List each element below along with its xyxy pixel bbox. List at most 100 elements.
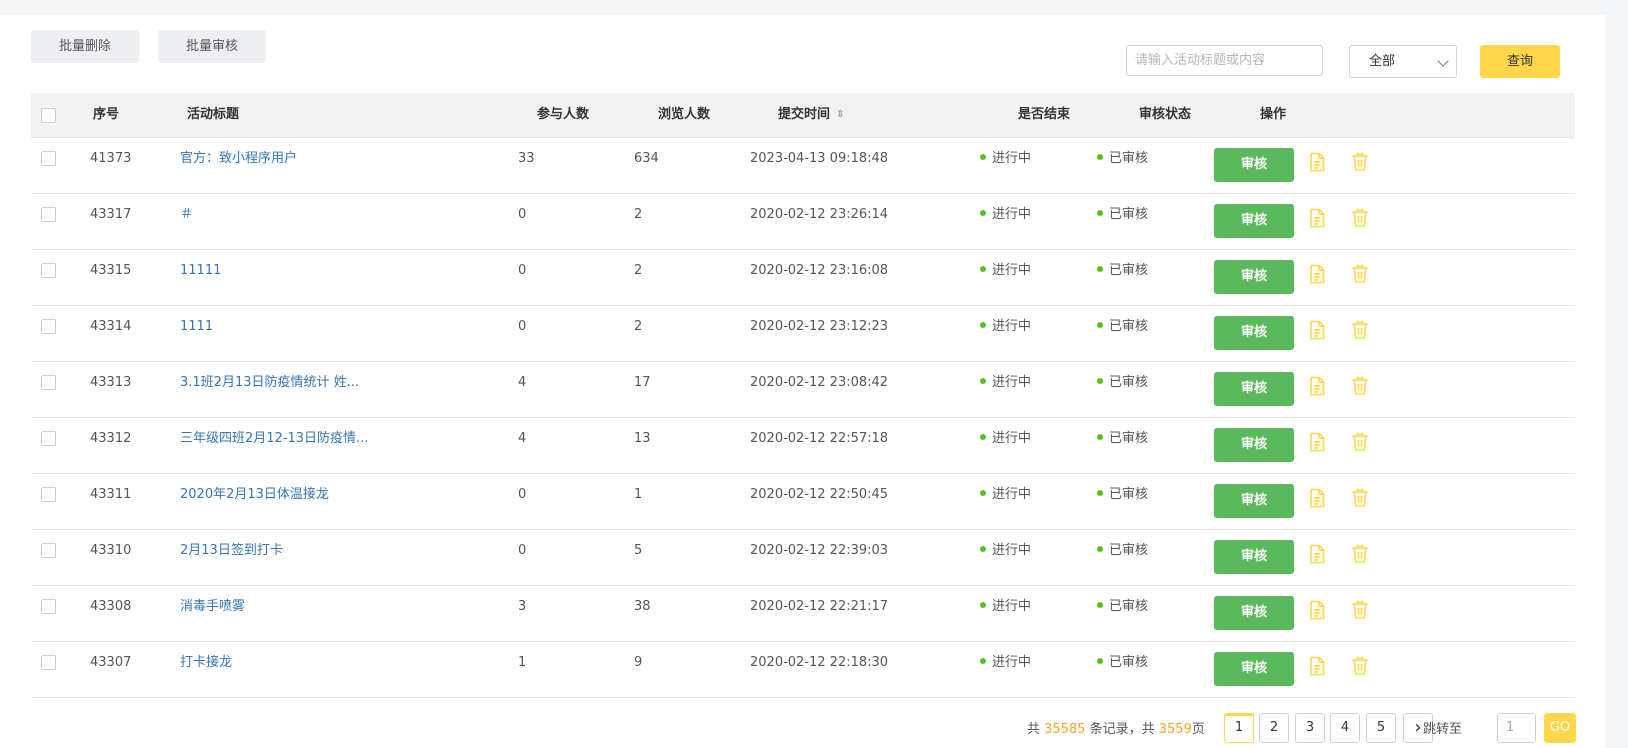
- row-id: 41373: [90, 151, 132, 166]
- row-id: 43312: [90, 431, 132, 446]
- status-filter-select[interactable]: 全部: [1349, 45, 1457, 78]
- header-submit-time[interactable]: 提交时间 ⇳: [778, 93, 844, 137]
- audit-button[interactable]: 审核: [1214, 484, 1294, 518]
- row-status: 已审核: [1097, 586, 1148, 628]
- row-checkbox[interactable]: [41, 543, 56, 558]
- trash-icon[interactable]: [1351, 320, 1369, 340]
- audit-button[interactable]: 审核: [1214, 316, 1294, 350]
- row-participants: 0: [518, 263, 527, 278]
- row-title-link[interactable]: 官方：致小程序用户: [180, 138, 297, 180]
- table-row: 43312 三年级四班2月12-13日防疫情... 4 13 2020-02-12 22…: [31, 418, 1575, 474]
- row-id: 43317: [90, 207, 132, 222]
- go-button[interactable]: GO: [1544, 713, 1576, 743]
- row-checkbox[interactable]: [41, 487, 56, 502]
- page-2-button[interactable]: 2: [1259, 713, 1289, 743]
- document-icon[interactable]: [1308, 544, 1326, 564]
- jump-label: 跳转至: [1423, 722, 1463, 737]
- row-title-link[interactable]: 2月13日签到打卡: [180, 530, 283, 572]
- trash-icon[interactable]: [1351, 152, 1369, 172]
- audit-button[interactable]: 审核: [1214, 540, 1294, 574]
- document-icon[interactable]: [1308, 600, 1326, 620]
- audit-button[interactable]: 审核: [1214, 372, 1294, 406]
- document-icon[interactable]: [1308, 152, 1326, 172]
- row-checkbox[interactable]: [41, 207, 56, 222]
- row-title-link[interactable]: 三年级四班2月12-13日防疫情...: [180, 418, 368, 460]
- row-title-link[interactable]: 1111: [180, 306, 213, 348]
- row-participants: 3: [518, 599, 527, 614]
- status-filter-value: 全部: [1369, 54, 1396, 69]
- row-checkbox[interactable]: [41, 431, 56, 446]
- trash-icon[interactable]: [1351, 656, 1369, 676]
- trash-icon[interactable]: [1351, 376, 1369, 396]
- pagination-total: 共 35585 条记录，共 3559页: [1027, 721, 1205, 739]
- document-icon[interactable]: [1308, 208, 1326, 228]
- row-checkbox[interactable]: [41, 655, 56, 670]
- document-icon[interactable]: [1308, 376, 1326, 396]
- status-dot: [1097, 546, 1103, 552]
- total-pages: 3559: [1158, 722, 1192, 737]
- row-submit-time: 2020-02-12 22:21:17: [750, 599, 889, 614]
- total-prefix: 共: [1027, 722, 1045, 737]
- search-input[interactable]: [1126, 45, 1323, 76]
- trash-icon[interactable]: [1351, 264, 1369, 284]
- row-checkbox[interactable]: [41, 375, 56, 390]
- page-4-button[interactable]: 4: [1330, 713, 1360, 743]
- row-participants: 0: [518, 207, 527, 222]
- page-5-button[interactable]: 5: [1366, 713, 1396, 743]
- audit-button[interactable]: 审核: [1214, 148, 1294, 182]
- row-submit-time: 2023-04-13 09:18:48: [750, 151, 889, 166]
- row-ended: 进行中: [980, 362, 1031, 404]
- batch-delete-button[interactable]: 批量删除: [31, 30, 139, 63]
- row-views: 38: [634, 599, 651, 614]
- row-status: 已审核: [1097, 250, 1148, 292]
- row-checkbox[interactable]: [41, 263, 56, 278]
- document-icon[interactable]: [1308, 656, 1326, 676]
- row-status-label: 已审核: [1109, 599, 1149, 614]
- row-participants: 4: [518, 375, 527, 390]
- page-3-button[interactable]: 3: [1295, 713, 1325, 743]
- row-status-label: 已审核: [1109, 543, 1149, 558]
- page-1-button[interactable]: 1: [1224, 713, 1254, 743]
- trash-icon[interactable]: [1351, 208, 1369, 228]
- row-ended-label: 进行中: [992, 319, 1032, 334]
- document-icon[interactable]: [1308, 320, 1326, 340]
- trash-icon[interactable]: [1351, 600, 1369, 620]
- row-views: 2: [634, 207, 643, 222]
- table-row: 43317 ＃ 0 2 2020-02-12 23:26:14 进行中 已审核 审核: [31, 194, 1575, 250]
- row-ended-label: 进行中: [992, 655, 1032, 670]
- document-icon[interactable]: [1308, 432, 1326, 452]
- row-status-label: 已审核: [1109, 207, 1149, 222]
- audit-button[interactable]: 审核: [1214, 204, 1294, 238]
- row-checkbox[interactable]: [41, 151, 56, 166]
- row-views: 5: [634, 543, 643, 558]
- row-title-link[interactable]: 3.1班2月13日防疫情统计 姓...: [180, 362, 359, 404]
- row-ended-label: 进行中: [992, 431, 1032, 446]
- audit-button[interactable]: 审核: [1214, 260, 1294, 294]
- row-title-link[interactable]: ＃: [180, 194, 193, 236]
- trash-icon[interactable]: [1351, 488, 1369, 508]
- total-records: 35585: [1044, 722, 1086, 737]
- select-all-checkbox[interactable]: [41, 108, 56, 123]
- document-icon[interactable]: [1308, 264, 1326, 284]
- jump-page-input[interactable]: 1: [1497, 713, 1536, 743]
- batch-audit-button[interactable]: 批量审核: [158, 30, 266, 63]
- trash-icon[interactable]: [1351, 432, 1369, 452]
- row-status: 已审核: [1097, 418, 1148, 460]
- audit-button[interactable]: 审核: [1214, 428, 1294, 462]
- query-button[interactable]: 查询: [1480, 45, 1560, 78]
- row-ended: 进行中: [980, 250, 1031, 292]
- document-icon[interactable]: [1308, 488, 1326, 508]
- row-title-link[interactable]: 11111: [180, 250, 221, 292]
- row-title-link[interactable]: 打卡接龙: [180, 642, 232, 684]
- row-checkbox[interactable]: [41, 599, 56, 614]
- row-title-link[interactable]: 消毒手喷雾: [180, 586, 245, 628]
- audit-button[interactable]: 审核: [1214, 652, 1294, 686]
- row-title-link[interactable]: 2020年2月13日体温接龙: [180, 474, 329, 516]
- trash-icon[interactable]: [1351, 544, 1369, 564]
- row-ended-label: 进行中: [992, 487, 1032, 502]
- row-checkbox[interactable]: [41, 319, 56, 334]
- audit-button[interactable]: 审核: [1214, 596, 1294, 630]
- sort-icon[interactable]: ⇳: [836, 93, 844, 137]
- row-participants: 0: [518, 543, 527, 558]
- status-dot: [1097, 154, 1103, 160]
